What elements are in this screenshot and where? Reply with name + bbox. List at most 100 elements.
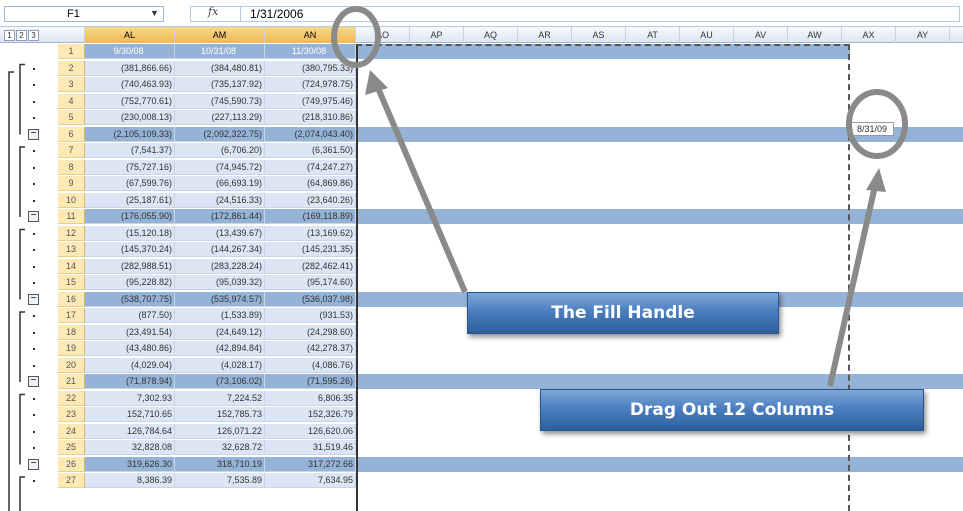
- table-cell[interactable]: 32,628.72: [175, 440, 265, 455]
- row-header[interactable]: 18: [58, 324, 85, 340]
- table-cell[interactable]: (95,228.82): [85, 275, 175, 290]
- table-cell[interactable]: 6,806.35: [265, 390, 356, 406]
- table-cell[interactable]: 317,272.66: [265, 456, 356, 472]
- table-cell[interactable]: (381,866.66): [85, 60, 175, 76]
- table-cell[interactable]: (749,975.46): [265, 93, 356, 109]
- table-cell[interactable]: (24,649.12): [175, 324, 265, 340]
- table-cell[interactable]: (384,480.81): [175, 60, 265, 76]
- table-cell[interactable]: (25,187.61): [85, 192, 175, 208]
- row-header[interactable]: 19: [58, 341, 85, 356]
- table-cell[interactable]: (4,028.17): [175, 357, 265, 373]
- table-cell[interactable]: (74,247.27): [265, 159, 356, 175]
- table-cell[interactable]: (724,978.75): [265, 77, 356, 92]
- row-header[interactable]: 6: [58, 126, 85, 142]
- table-cell[interactable]: (2,074,043.40): [265, 126, 356, 142]
- table-cell[interactable]: (145,370.24): [85, 242, 175, 257]
- table-cell[interactable]: (877.50): [85, 308, 175, 323]
- select-all-corner[interactable]: [58, 27, 85, 43]
- table-cell[interactable]: (23,640.26): [265, 192, 356, 208]
- table-cell[interactable]: 126,071.22: [175, 423, 265, 439]
- table-cell[interactable]: 152,326.79: [265, 407, 356, 422]
- table-cell[interactable]: (71,595.26): [265, 374, 356, 389]
- row-header[interactable]: 14: [58, 258, 85, 274]
- column-header-ay[interactable]: AY: [896, 27, 950, 43]
- table-cell[interactable]: 152,710.65: [85, 407, 175, 422]
- table-cell[interactable]: (144,267.34): [175, 242, 265, 257]
- table-cell[interactable]: (42,278.37): [265, 341, 356, 356]
- table-cell[interactable]: (2,092,322.75): [175, 126, 265, 142]
- table-cell[interactable]: (75,727.16): [85, 159, 175, 175]
- table-cell[interactable]: 7,535.89: [175, 473, 265, 488]
- table-cell[interactable]: (24,298.60): [265, 324, 356, 340]
- column-header-av[interactable]: AV: [734, 27, 788, 43]
- column-header-aw[interactable]: AW: [788, 27, 842, 43]
- table-cell[interactable]: (1,533.89): [175, 308, 265, 323]
- column-header-ar[interactable]: AR: [518, 27, 572, 43]
- column-header-al[interactable]: AL: [85, 27, 175, 43]
- table-cell[interactable]: (176,055.90): [85, 209, 175, 224]
- table-cell[interactable]: (64,869.86): [265, 176, 356, 191]
- table-cell[interactable]: (4,086.76): [265, 357, 356, 373]
- row-header[interactable]: 20: [58, 357, 85, 373]
- name-box[interactable]: F1: [4, 6, 164, 22]
- table-cell[interactable]: (380,795.33): [265, 60, 356, 76]
- row-header[interactable]: 22: [58, 390, 85, 406]
- table-cell[interactable]: (67,599.76): [85, 176, 175, 191]
- table-cell[interactable]: (13,439.67): [175, 225, 265, 241]
- row-header[interactable]: 11: [58, 209, 85, 224]
- row-header[interactable]: 12: [58, 225, 85, 241]
- table-cell[interactable]: 7,634.95: [265, 473, 356, 488]
- column-header-ao[interactable]: AO: [356, 27, 410, 43]
- row-header[interactable]: 10: [58, 192, 85, 208]
- table-cell[interactable]: (24,516.33): [175, 192, 265, 208]
- table-cell[interactable]: 9/30/08: [85, 44, 175, 59]
- row-header[interactable]: 26: [58, 456, 85, 472]
- table-cell[interactable]: 7,302.93: [85, 390, 175, 406]
- table-cell[interactable]: (745,590.73): [175, 93, 265, 109]
- table-cell[interactable]: (73,106.02): [175, 374, 265, 389]
- table-cell[interactable]: (42,894.84): [175, 341, 265, 356]
- row-header[interactable]: 15: [58, 275, 85, 290]
- table-cell[interactable]: 10/31/08: [175, 44, 265, 59]
- row-header[interactable]: 7: [58, 143, 85, 158]
- table-cell[interactable]: 31,519.46: [265, 440, 356, 455]
- table-cell[interactable]: (23,491.54): [85, 324, 175, 340]
- table-cell[interactable]: (95,174.60): [265, 275, 356, 290]
- table-cell[interactable]: (752,770.61): [85, 93, 175, 109]
- table-cell[interactable]: (282,988.51): [85, 258, 175, 274]
- row-header[interactable]: 8: [58, 159, 85, 175]
- column-header-ap[interactable]: AP: [410, 27, 464, 43]
- column-header-an[interactable]: AN: [265, 27, 356, 43]
- table-cell[interactable]: (66,693.19): [175, 176, 265, 191]
- row-header[interactable]: 4: [58, 93, 85, 109]
- formula-text[interactable]: 1/31/2006: [250, 6, 303, 22]
- table-cell[interactable]: 152,785.73: [175, 407, 265, 422]
- insert-function-icon[interactable]: fx: [208, 5, 218, 18]
- column-header-ax[interactable]: AX: [842, 27, 896, 43]
- table-cell[interactable]: 318,710.19: [175, 456, 265, 472]
- row-header[interactable]: 21: [58, 374, 85, 389]
- outline-level-2-button[interactable]: 2: [16, 30, 27, 41]
- table-cell[interactable]: (740,463.93): [85, 77, 175, 92]
- table-cell[interactable]: 126,784.64: [85, 423, 175, 439]
- table-cell[interactable]: (15,120.18): [85, 225, 175, 241]
- table-cell[interactable]: 7,224.52: [175, 390, 265, 406]
- table-cell[interactable]: (4,029.04): [85, 357, 175, 373]
- table-cell[interactable]: (282,462.41): [265, 258, 356, 274]
- table-cell[interactable]: (43,480.86): [85, 341, 175, 356]
- table-cell[interactable]: (7,541.37): [85, 143, 175, 158]
- table-cell[interactable]: (538,707.75): [85, 291, 175, 307]
- table-cell[interactable]: (13,169.62): [265, 225, 356, 241]
- table-cell[interactable]: 126,620.06: [265, 423, 356, 439]
- table-cell[interactable]: (230,008.13): [85, 110, 175, 125]
- table-cell[interactable]: (172,861.44): [175, 209, 265, 224]
- table-cell[interactable]: (145,231.35): [265, 242, 356, 257]
- row-header[interactable]: 17: [58, 308, 85, 323]
- row-header[interactable]: 2: [58, 60, 85, 76]
- table-cell[interactable]: (6,706.20): [175, 143, 265, 158]
- outline-level-1-button[interactable]: 1: [4, 30, 15, 41]
- row-header[interactable]: 9: [58, 176, 85, 191]
- table-cell[interactable]: (2,105,109.33): [85, 126, 175, 142]
- table-cell[interactable]: 32,828.08: [85, 440, 175, 455]
- table-cell[interactable]: 8,386.39: [85, 473, 175, 488]
